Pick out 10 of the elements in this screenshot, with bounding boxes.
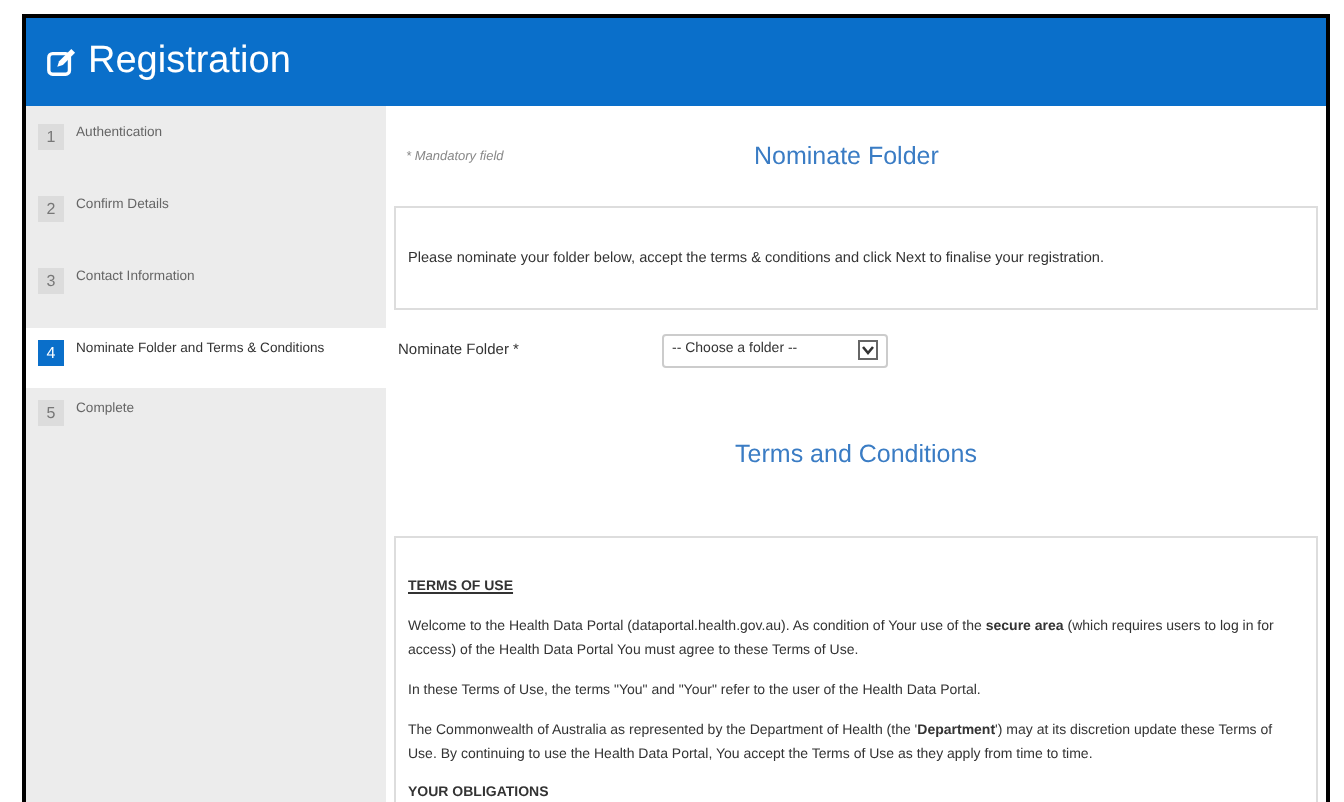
step-number: 2 — [38, 196, 64, 222]
dropdown-icon — [858, 340, 878, 360]
page-title: Registration — [88, 37, 291, 86]
step-number: 4 — [38, 340, 64, 366]
step-number: 5 — [38, 400, 64, 426]
step-number: 3 — [38, 268, 64, 294]
edit-icon — [46, 47, 76, 77]
step-number: 1 — [38, 124, 64, 150]
terms-title: Terms and Conditions — [735, 437, 977, 472]
section-title: Nominate Folder — [754, 139, 939, 174]
